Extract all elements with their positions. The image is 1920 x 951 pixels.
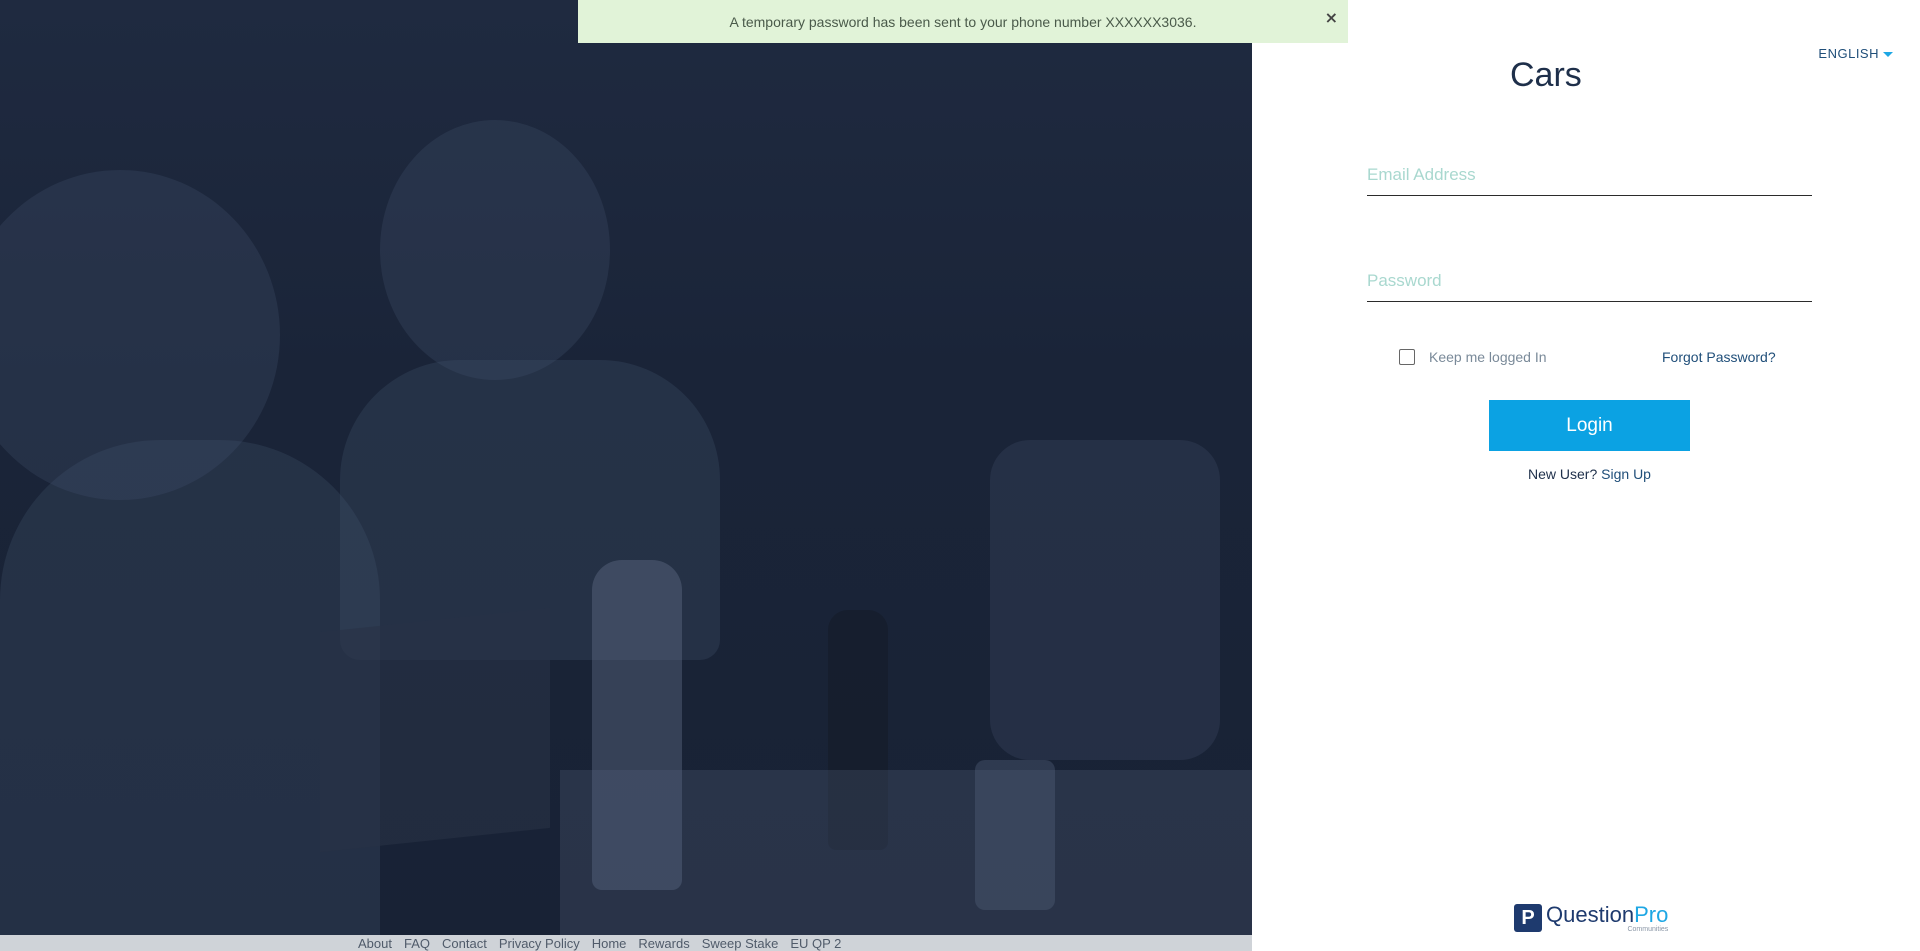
logo-name-secondary: Pro xyxy=(1634,902,1669,927)
footer-link-about[interactable]: About xyxy=(358,936,392,951)
photo-chair xyxy=(990,440,1220,760)
photo-can xyxy=(975,760,1055,910)
questionpro-logo-icon: P xyxy=(1514,904,1542,932)
password-field-wrapper xyxy=(1367,271,1812,302)
forgot-password-link[interactable]: Forgot Password? xyxy=(1662,349,1776,365)
login-page: About FAQ Contact Privacy Policy Home Re… xyxy=(0,0,1920,951)
keep-logged-in-checkbox[interactable] xyxy=(1399,349,1415,365)
footer-link-rewards[interactable]: Rewards xyxy=(638,936,689,951)
footer-link-contact[interactable]: Contact xyxy=(442,936,487,951)
toast-message: A temporary password has been sent to yo… xyxy=(729,13,1197,30)
photo-figure-head xyxy=(380,120,610,380)
keep-logged-in-label: Keep me logged In xyxy=(1429,349,1547,365)
footer-link-privacy-policy[interactable]: Privacy Policy xyxy=(499,936,580,951)
logo-subtitle: Communities xyxy=(1627,926,1669,933)
photo-table xyxy=(560,770,1252,935)
page-title: Cars xyxy=(1510,56,1582,94)
signup-row: New User? Sign Up xyxy=(1252,466,1920,482)
new-user-label: New User? xyxy=(1528,466,1602,482)
questionpro-logo-name: QuestionPro xyxy=(1546,904,1668,926)
footer-link-sweep-stake[interactable]: Sweep Stake xyxy=(702,936,779,951)
login-panel: ENGLISH Cars Keep me logged In Forgot Pa… xyxy=(1252,0,1920,951)
notification-toast: A temporary password has been sent to yo… xyxy=(578,0,1348,43)
footer-links: About FAQ Contact Privacy Policy Home Re… xyxy=(0,935,1252,951)
login-button[interactable]: Login xyxy=(1489,400,1690,451)
questionpro-logo-text: QuestionPro Communities xyxy=(1546,904,1669,934)
logo-name-primary: Question xyxy=(1546,902,1635,927)
photo-laptop xyxy=(320,607,550,853)
language-selector[interactable]: ENGLISH xyxy=(1818,46,1893,61)
sign-up-link[interactable]: Sign Up xyxy=(1601,466,1651,482)
footer-link-home[interactable]: Home xyxy=(592,936,627,951)
email-field[interactable] xyxy=(1367,165,1812,195)
footer-link-eu-qp2[interactable]: EU QP 2 xyxy=(790,936,841,951)
keep-logged-in-row: Keep me logged In xyxy=(1399,349,1547,365)
close-icon[interactable]: × xyxy=(1325,8,1338,27)
language-label: ENGLISH xyxy=(1818,46,1879,61)
chevron-down-icon xyxy=(1883,52,1893,58)
email-field-wrapper xyxy=(1367,165,1812,196)
background-photo: About FAQ Contact Privacy Policy Home Re… xyxy=(0,0,1252,951)
questionpro-logo: P QuestionPro Communities xyxy=(1514,904,1668,933)
password-field[interactable] xyxy=(1367,271,1812,301)
footer-link-faq[interactable]: FAQ xyxy=(404,936,430,951)
